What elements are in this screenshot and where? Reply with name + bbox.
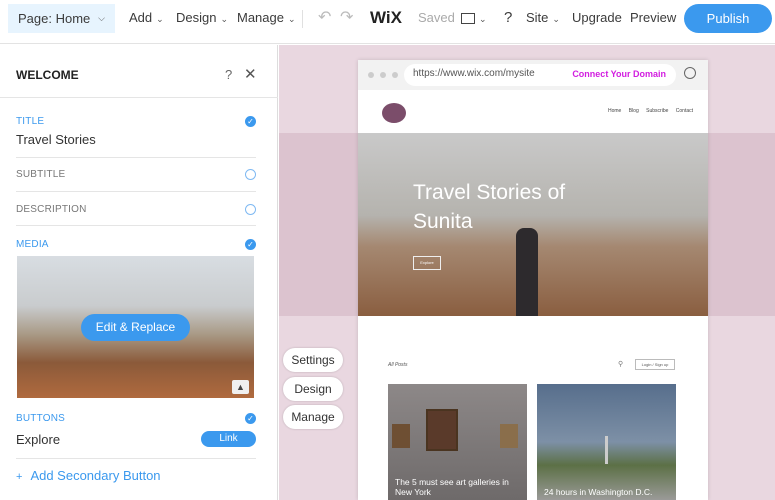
settings-button[interactable]: Settings bbox=[283, 348, 343, 372]
subtitle-toggle[interactable] bbox=[245, 169, 256, 180]
add-menu[interactable]: Add ⌄ bbox=[129, 0, 164, 36]
post-card[interactable]: 24 hours in Washington D.C. bbox=[537, 384, 676, 500]
design-menu[interactable]: Design ⌄ bbox=[176, 0, 228, 36]
saved-status: Saved bbox=[418, 10, 455, 25]
title-checked-icon[interactable]: ✓ bbox=[245, 116, 256, 127]
divider bbox=[302, 10, 303, 28]
close-icon[interactable]: ✕ bbox=[244, 65, 257, 83]
help-icon[interactable]: ? bbox=[225, 67, 232, 82]
buttons-checked-icon[interactable]: ✓ bbox=[245, 413, 256, 424]
chevron-down-icon: ⌵ bbox=[98, 13, 105, 23]
button-value[interactable]: Explore bbox=[16, 432, 60, 447]
post-card[interactable]: The 5 must see art galleries in New York bbox=[388, 384, 527, 500]
manage-menu[interactable]: Manage ⌄ bbox=[237, 0, 296, 36]
description-toggle[interactable] bbox=[245, 204, 256, 215]
panel-title: WELCOME bbox=[16, 68, 79, 82]
add-secondary-button[interactable]: + Add Secondary Button bbox=[16, 468, 161, 483]
top-toolbar: Page: Home ⌵ Add ⌄ Design ⌄ Manage ⌄ ↶ ↷ WiX… bbox=[0, 0, 775, 44]
media-checked-icon[interactable]: ✓ bbox=[245, 239, 256, 250]
search-icon[interactable]: ⚲ bbox=[618, 360, 623, 368]
help-button[interactable]: ? bbox=[504, 0, 512, 36]
desktop-icon bbox=[461, 13, 475, 25]
edit-replace-button[interactable]: Edit & Replace bbox=[81, 314, 190, 341]
hero-image: Travel Stories of Sunita Explore bbox=[358, 133, 708, 316]
image-icon[interactable]: ▲ bbox=[232, 380, 249, 394]
media-thumbnail[interactable]: Edit & Replace ▲ bbox=[17, 256, 254, 398]
title-value[interactable]: Travel Stories bbox=[16, 132, 96, 147]
device-switcher[interactable]: ⌄ bbox=[461, 0, 487, 36]
link-button[interactable]: Link bbox=[201, 431, 256, 447]
hero-person bbox=[516, 228, 538, 316]
login-button[interactable]: Login / Sign up bbox=[635, 359, 675, 370]
wix-logo: WiX bbox=[370, 8, 402, 27]
connect-domain-link[interactable]: Connect Your Domain bbox=[572, 69, 666, 79]
welcome-panel: WELCOME ? ✕ TITLE ✓ Travel Stories SUBTI… bbox=[0, 45, 278, 500]
publish-button[interactable]: Publish bbox=[684, 4, 772, 33]
page-selector[interactable]: Page: Home ⌵ bbox=[8, 4, 115, 33]
url-bar[interactable]: https://www.wix.com/mysite Connect Your … bbox=[404, 64, 676, 86]
browser-bar: https://www.wix.com/mysite Connect Your … bbox=[358, 60, 708, 90]
plus-icon: + bbox=[16, 471, 23, 483]
redo-icon[interactable]: ↷ bbox=[340, 0, 353, 36]
site-menu[interactable]: Site ⌄ bbox=[526, 0, 560, 36]
browser-frame: https://www.wix.com/mysite Connect Your … bbox=[358, 60, 708, 500]
manage-button[interactable]: Manage bbox=[283, 405, 343, 429]
zoom-out-icon[interactable] bbox=[684, 67, 696, 79]
hero-title: Travel Stories of Sunita bbox=[413, 181, 566, 233]
upgrade-link[interactable]: Upgrade bbox=[572, 0, 622, 36]
hero-explore-button[interactable]: Explore bbox=[413, 256, 441, 270]
site-nav: Home Blog Subscribe Contact bbox=[608, 108, 693, 114]
undo-icon[interactable]: ↶ bbox=[318, 0, 331, 36]
site-logo bbox=[382, 103, 406, 123]
design-button[interactable]: Design bbox=[283, 377, 343, 401]
preview-button[interactable]: Preview bbox=[630, 0, 676, 36]
